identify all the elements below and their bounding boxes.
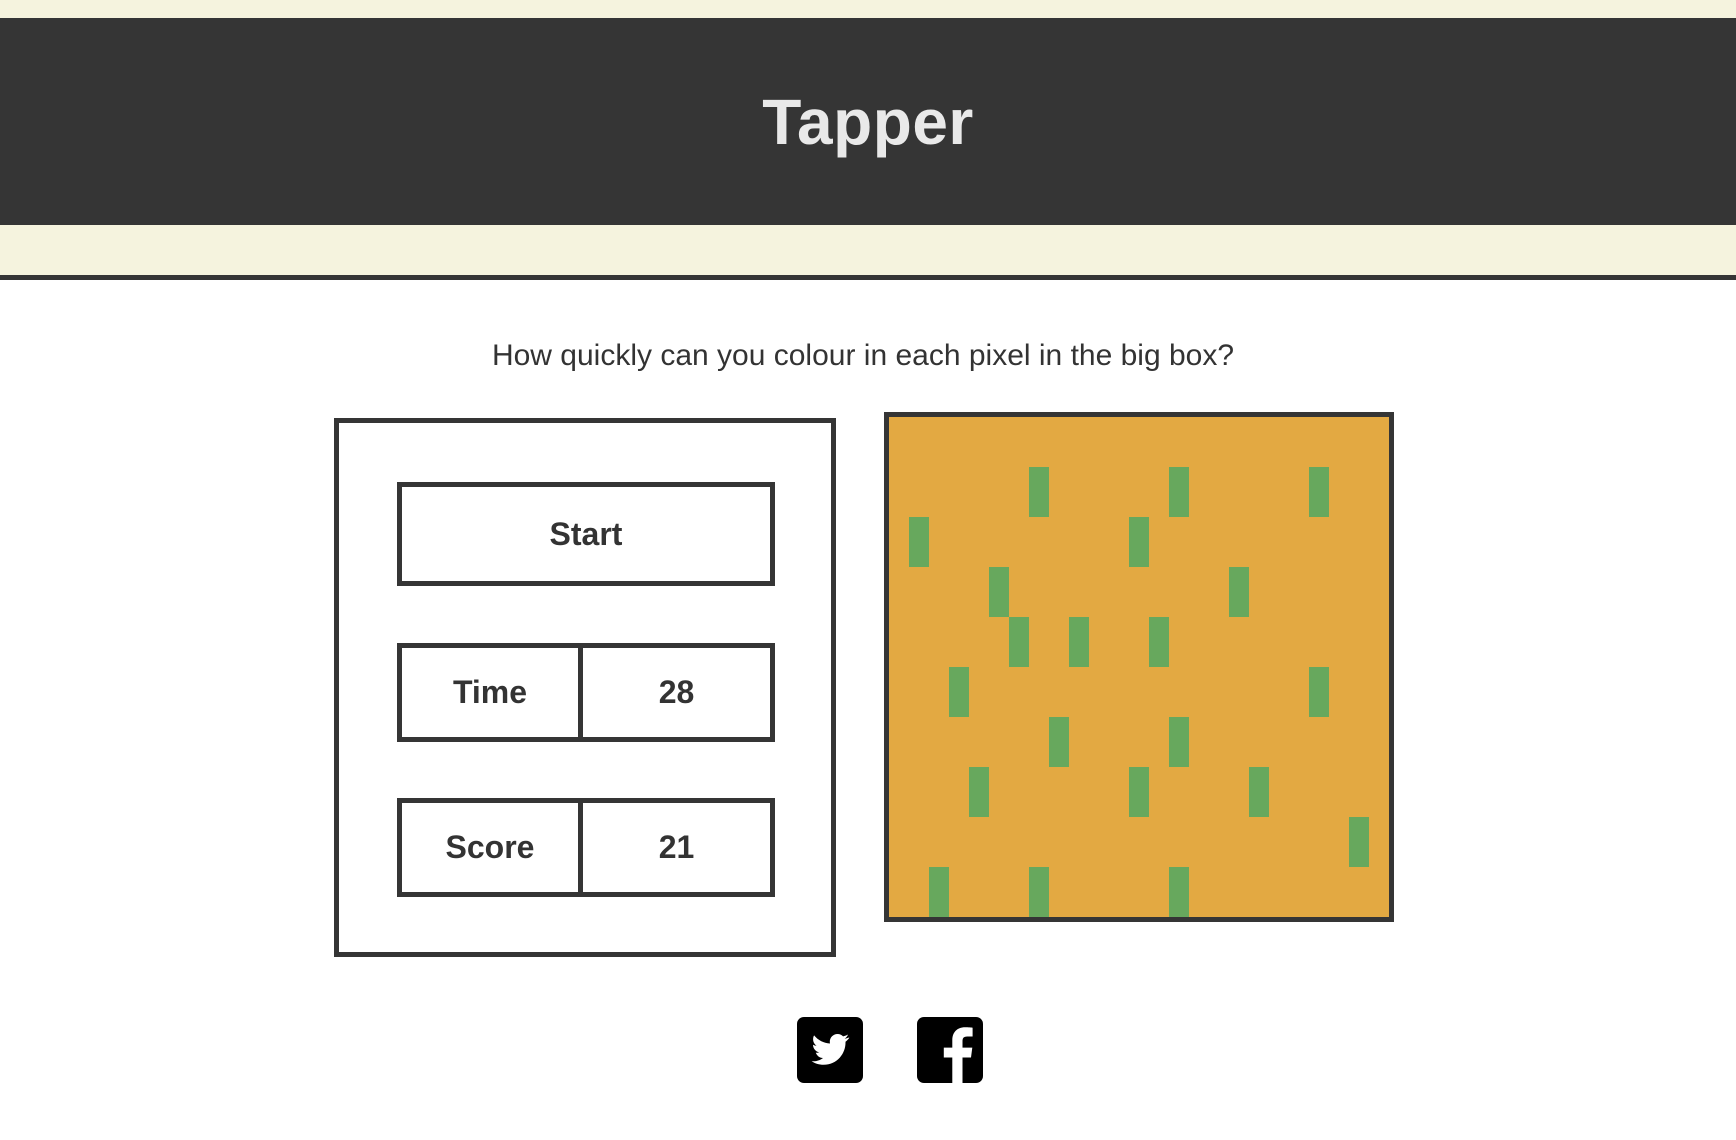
filled-pixel[interactable] [1249, 767, 1269, 817]
score-display: Score 21 [397, 798, 775, 897]
pixel-grid[interactable] [889, 417, 1389, 917]
instructions-text: How quickly can you colour in each pixel… [491, 339, 1235, 372]
facebook-icon [917, 1017, 983, 1083]
filled-pixel[interactable] [1169, 717, 1189, 767]
time-value: 28 [658, 674, 695, 710]
filled-pixel[interactable] [1169, 867, 1189, 917]
filled-pixel[interactable] [929, 867, 949, 917]
time-display: Time 28 [397, 643, 775, 742]
filled-pixel[interactable] [949, 667, 969, 717]
filled-pixel[interactable] [1129, 517, 1149, 567]
filled-pixel[interactable] [1049, 717, 1069, 767]
control-panel: Start Time 28 Score 21 [334, 418, 836, 957]
facebook-share-link[interactable] [917, 1017, 983, 1083]
filled-pixel[interactable] [969, 767, 989, 817]
filled-pixel[interactable] [1029, 867, 1049, 917]
twitter-share-link[interactable] [797, 1017, 863, 1083]
score-label: Score [402, 803, 583, 892]
filled-pixel[interactable] [1129, 767, 1149, 817]
filled-pixel[interactable] [1309, 467, 1329, 517]
time-label: Time [402, 648, 583, 737]
filled-pixel[interactable] [909, 517, 929, 567]
filled-pixel[interactable] [1309, 667, 1329, 717]
score-value: 21 [658, 829, 695, 865]
twitter-icon [797, 1017, 863, 1083]
header-underline-band [0, 225, 1736, 280]
filled-pixel[interactable] [1069, 617, 1089, 667]
header-bar: Tapper [0, 18, 1736, 225]
filled-pixel[interactable] [1169, 467, 1189, 517]
filled-pixel[interactable] [1229, 567, 1249, 617]
filled-pixel[interactable] [1029, 467, 1049, 517]
filled-pixel[interactable] [989, 567, 1009, 617]
filled-pixel[interactable] [1149, 617, 1169, 667]
game-board[interactable] [884, 412, 1394, 922]
filled-pixel[interactable] [1009, 617, 1029, 667]
top-band [0, 0, 1736, 18]
page-title: Tapper [762, 85, 974, 158]
filled-pixel[interactable] [1349, 817, 1369, 867]
start-button[interactable]: Start [397, 482, 775, 586]
